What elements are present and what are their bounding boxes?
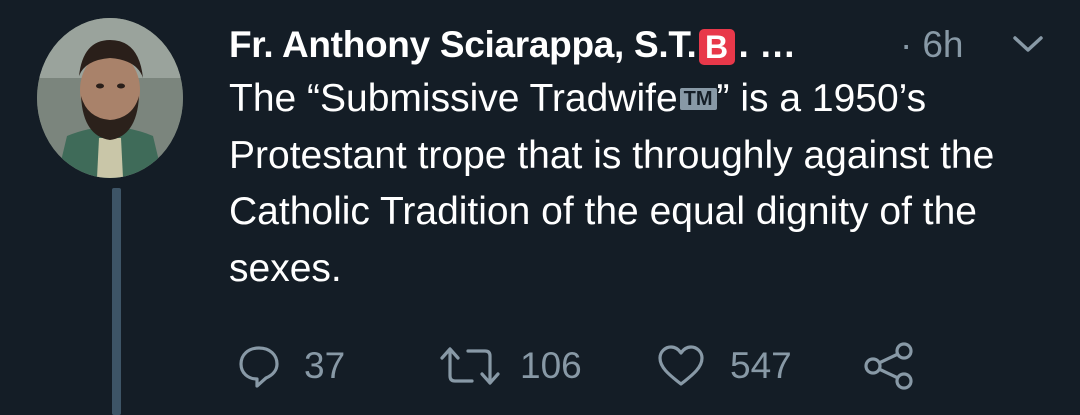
chevron-down-icon[interactable] — [1011, 33, 1045, 55]
tweet[interactable]: Fr. Anthony Sciarappa, S.T. B . … · 6h T… — [0, 0, 1080, 415]
reply-icon — [239, 346, 279, 388]
retweet-button[interactable]: 106 — [438, 338, 582, 394]
separator-dot: · — [900, 24, 913, 65]
share-button[interactable] — [862, 338, 916, 394]
like-button[interactable]: 547 — [656, 338, 792, 394]
reply-count: 37 — [304, 345, 346, 386]
tweet-text: The “Submissive Tradwife TM” is a 1950’s … — [229, 71, 1059, 297]
trademark-emoji: TM — [679, 88, 717, 110]
tweet-meta: · 6h — [900, 20, 963, 70]
b-emoji-badge: B — [698, 29, 735, 65]
heart-icon — [658, 345, 704, 386]
retweet-icon — [440, 347, 500, 385]
tweet-time[interactable]: 6h — [922, 24, 963, 66]
like-count: 547 — [730, 345, 792, 386]
tweet-actions: 37 106 547 — [0, 338, 1080, 394]
tweet-text-part-1: The “Submissive Tradwife — [229, 77, 678, 120]
author-name-truncation: . … — [738, 24, 797, 65]
share-icon — [864, 342, 913, 390]
author-name[interactable]: Fr. Anthony Sciarappa, S.T. — [229, 24, 697, 66]
tweet-header: Fr. Anthony Sciarappa, S.T. B . … — [229, 20, 796, 70]
retweet-count: 106 — [520, 345, 582, 386]
avatar[interactable] — [37, 18, 183, 178]
reply-button[interactable]: 37 — [236, 338, 345, 394]
